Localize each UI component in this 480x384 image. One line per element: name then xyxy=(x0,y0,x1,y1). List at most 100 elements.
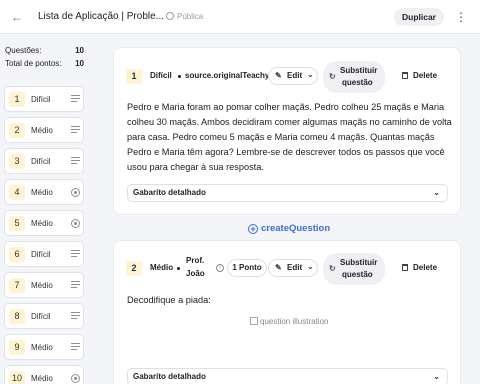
sidebar-question-item[interactable]: 8 Difícil xyxy=(4,303,84,329)
chevron-down-icon: ⌄ xyxy=(433,188,440,197)
text-lines-icon xyxy=(71,95,80,103)
sidebar-question-item[interactable]: 2 Médio xyxy=(4,117,84,143)
page-title: Lista de Aplicação | Proble... xyxy=(38,11,165,22)
globe-icon xyxy=(166,12,174,20)
trash-icon xyxy=(402,72,408,79)
sidebar-question-difficulty: Médio xyxy=(31,188,53,197)
summary-stats: Questões: 10 Total de pontos: 10 xyxy=(5,44,84,70)
edit-button[interactable]: ✎ Edit ⌄ xyxy=(268,259,318,277)
question-image: question illustration xyxy=(250,317,328,326)
sidebar: Questões: 10 Total de pontos: 10 1 Difíci… xyxy=(0,34,90,384)
radio-icon xyxy=(71,374,80,383)
answer-key-dropdown[interactable]: Gabarito detalhado ⌄ xyxy=(127,184,448,202)
sidebar-question-item[interactable]: 3 Difícil xyxy=(4,148,84,174)
question-image-alt: question illustration xyxy=(260,317,329,326)
separator-dot xyxy=(178,75,181,78)
sidebar-question-difficulty: Médio xyxy=(31,219,53,228)
sidebar-question-item[interactable]: 10 Médio xyxy=(4,365,84,384)
delete-button[interactable]: Delete xyxy=(402,260,444,276)
sidebar-question-item[interactable]: 4 Médio xyxy=(4,179,84,205)
sidebar-question-number: 10 xyxy=(9,371,25,384)
sidebar-question-difficulty: Médio xyxy=(31,343,53,352)
substitute-label-line2: questão xyxy=(342,78,373,87)
more-options-icon[interactable]: ⋮ xyxy=(455,7,467,27)
sidebar-question-number: 5 xyxy=(9,216,25,231)
radio-icon xyxy=(71,188,80,197)
points-total-row: Total de pontos: 10 xyxy=(5,57,84,70)
question-number-badge: 1 xyxy=(126,69,142,84)
question-card-2: 2 Médio Prof. João i 1 Ponto ✎ Edit ⌄ ↻ … xyxy=(113,240,461,384)
question-nav-list: 1 Difícil 2 Médio 3 Difícil 4 Médio 5 Médio 6 Difíc… xyxy=(4,86,84,384)
answer-key-label: Gabarito detalhado xyxy=(133,188,206,197)
sidebar-question-number: 2 xyxy=(9,123,25,138)
text-lines-icon xyxy=(71,312,80,320)
questions-count-label: Questões: xyxy=(5,46,42,55)
question-author-line1: Prof. xyxy=(186,256,205,265)
question-source: source.originalTeachy xyxy=(185,71,269,80)
sidebar-question-number: 3 xyxy=(9,154,25,169)
sidebar-question-item[interactable]: 5 Médio xyxy=(4,210,84,236)
sidebar-question-number: 6 xyxy=(9,247,25,262)
substitute-question-button[interactable]: ↻ Substituir questão xyxy=(323,61,385,93)
sidebar-question-item[interactable]: 1 Difícil xyxy=(4,86,84,112)
sidebar-question-difficulty: Médio xyxy=(31,374,53,383)
create-question-label: createQuestion xyxy=(261,223,331,234)
substitute-question-button[interactable]: ↻ Substituir questão xyxy=(323,253,385,285)
sidebar-question-difficulty: Médio xyxy=(31,126,53,135)
radio-icon xyxy=(71,219,80,228)
plus-circle-icon: + xyxy=(248,224,258,234)
questions-count-value: 10 xyxy=(75,46,84,55)
text-lines-icon xyxy=(71,126,80,134)
points-button[interactable]: 1 Ponto xyxy=(227,259,267,277)
substitute-label-line1: Substituir xyxy=(340,258,378,267)
sidebar-question-difficulty: Difícil xyxy=(31,250,51,259)
create-question-button[interactable]: + createQuestion xyxy=(248,223,330,234)
edit-label: Edit xyxy=(287,71,303,80)
question-author-line2: João xyxy=(186,269,205,278)
sidebar-question-number: 1 xyxy=(9,92,25,107)
separator-dot xyxy=(177,267,180,270)
delete-button[interactable]: Delete xyxy=(402,68,444,84)
swap-icon: ↻ xyxy=(329,72,336,81)
points-total-value: 10 xyxy=(75,59,84,68)
delete-label: Delete xyxy=(413,71,438,80)
edit-button[interactable]: ✎ Edit ⌄ xyxy=(268,67,318,85)
text-lines-icon xyxy=(71,343,80,351)
text-lines-icon xyxy=(71,281,80,289)
duplicate-button[interactable]: Duplicar xyxy=(394,8,444,26)
substitute-label-line1: Substituir xyxy=(340,66,378,75)
chevron-down-icon: ⌄ xyxy=(433,372,440,381)
sidebar-question-difficulty: Difícil xyxy=(31,95,51,104)
pencil-icon: ✎ xyxy=(275,263,282,272)
sidebar-question-number: 9 xyxy=(9,340,25,355)
substitute-label-line2: questão xyxy=(342,270,373,279)
question-text: Pedro e Maria foram ao pomar colher maçã… xyxy=(127,102,452,172)
answer-key-dropdown[interactable]: Gabarito detalhado ⌄ xyxy=(127,368,448,384)
delete-label: Delete xyxy=(413,263,438,272)
sidebar-question-number: 7 xyxy=(9,278,25,293)
swap-icon: ↻ xyxy=(329,264,336,273)
sidebar-question-difficulty: Difícil xyxy=(31,157,51,166)
sidebar-question-number: 4 xyxy=(9,185,25,200)
text-lines-icon xyxy=(71,250,80,258)
sidebar-question-item[interactable]: 7 Médio xyxy=(4,272,84,298)
question-card-1: 1 Difícil source.originalTeachy ✎ Edit ⌄… xyxy=(113,47,461,215)
sidebar-question-item[interactable]: 6 Difícil xyxy=(4,241,84,267)
question-difficulty: Médio xyxy=(150,263,174,272)
sidebar-question-difficulty: Médio xyxy=(31,281,53,290)
question-difficulty: Difícil xyxy=(150,71,172,80)
visibility-indicator: Pública xyxy=(166,12,203,21)
trash-icon xyxy=(402,264,408,271)
sidebar-question-item[interactable]: 9 Médio xyxy=(4,334,84,360)
chevron-down-icon: ⌄ xyxy=(307,262,314,271)
text-lines-icon xyxy=(71,157,80,165)
questions-count-row: Questões: 10 xyxy=(5,44,84,57)
chevron-down-icon: ⌄ xyxy=(307,70,314,79)
back-arrow-icon[interactable]: ← xyxy=(9,9,25,25)
broken-image-icon xyxy=(250,317,258,325)
visibility-label: Pública xyxy=(177,12,204,21)
top-bar: ← Lista de Aplicação | Proble... Pública… xyxy=(0,0,480,34)
sidebar-question-number: 8 xyxy=(9,309,25,324)
info-icon[interactable]: i xyxy=(216,264,224,272)
question-text: Decodifique a piada: xyxy=(127,295,211,305)
